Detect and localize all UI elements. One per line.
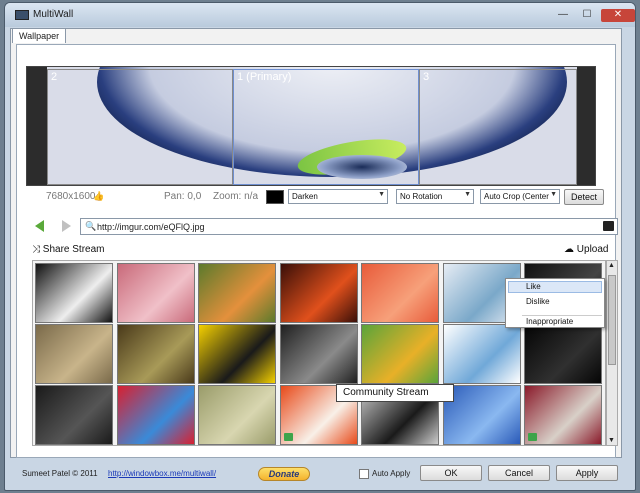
app-icon	[15, 10, 29, 20]
close-button[interactable]: ✕	[601, 9, 635, 22]
upload-label: Upload	[576, 244, 609, 255]
thumbnail-blue-sky-pole[interactable]	[442, 385, 521, 445]
tab-wallpaper[interactable]: Wallpaper	[12, 28, 67, 43]
chevron-down-icon: ▼	[378, 191, 385, 198]
share-stream-button[interactable]: ⤨ Share Stream	[32, 244, 104, 255]
window-title: MultiWall	[33, 9, 74, 20]
thumbnail-skull[interactable]	[35, 263, 113, 323]
url-input[interactable]: 🔍 http://imgur.com/eQFlQ.jpg	[80, 218, 618, 235]
thumbnail-stone-building[interactable]	[35, 324, 113, 384]
back-arrow-icon[interactable]	[32, 218, 48, 234]
url-text: http://imgur.com/eQFlQ.jpg	[97, 222, 205, 232]
grid-scrollbar[interactable]: ▲ ▼	[606, 260, 618, 446]
blend-mode-select[interactable]: Darken ▼	[288, 189, 388, 204]
minimize-button[interactable]: —	[553, 9, 573, 22]
thumbnail-yellow-tree[interactable]	[198, 324, 276, 384]
thumbs-up-icon	[528, 433, 537, 441]
search-icon: 🔍	[85, 221, 97, 231]
zoom-label: Zoom: n/a	[213, 191, 259, 202]
tooltip: Community Stream	[336, 384, 454, 402]
pan-label: Pan: 0,0	[164, 191, 202, 202]
color-swatch[interactable]	[266, 190, 284, 204]
auto-apply-label: Auto Apply	[372, 469, 411, 478]
thumbnail-red-flower[interactable]	[279, 263, 358, 323]
forward-arrow-icon[interactable]	[58, 218, 74, 234]
chevron-down-icon: ▼	[464, 191, 471, 198]
maximize-button[interactable]: ☐	[577, 9, 597, 22]
preview-controls: 7680x1600 👍 Pan: 0,0 Zoom: n/a Darken ▼ N…	[26, 188, 604, 206]
share-stream-label: Share Stream	[42, 244, 105, 255]
thumbnail-pink-lily[interactable]	[116, 263, 195, 323]
wallpaper-preview[interactable]: 2 1 (Primary) 3	[26, 66, 596, 186]
monitor-label: 3	[423, 71, 430, 83]
copyright-label: Sumeet Patel © 2011	[22, 469, 98, 478]
thumbnail-dark-creature[interactable]	[279, 324, 358, 384]
menu-separator	[522, 315, 602, 316]
apply-button[interactable]: Apply	[556, 465, 618, 481]
footer: Sumeet Patel © 2011 http://windowbox.me/…	[10, 460, 622, 488]
donate-button[interactable]: Donate	[258, 467, 310, 481]
monitor-label: 1 (Primary)	[237, 71, 292, 83]
menu-item-inappropriate[interactable]: Inappropriate	[526, 317, 573, 326]
menu-item-dislike[interactable]: Dislike	[526, 297, 550, 306]
thumbnail-red-fern[interactable]	[524, 385, 602, 445]
resolution-label: 7680x1600	[46, 191, 96, 202]
monitor-label: 2	[51, 71, 58, 83]
detect-button[interactable]: Detect	[564, 189, 604, 205]
monitor-3[interactable]: 3	[419, 69, 577, 185]
thumbnail-circuit-map[interactable]	[198, 385, 276, 445]
thumbnail-hedgehog[interactable]	[116, 324, 195, 384]
menu-highlight	[508, 281, 602, 293]
title-bar[interactable]: MultiWall — ☐ ✕	[5, 3, 635, 27]
folder-icon[interactable]	[603, 221, 614, 231]
menu-item-like[interactable]: Like	[526, 282, 541, 291]
cloud-upload-icon: ☁	[564, 244, 574, 255]
thumbnail-keyboard[interactable]	[35, 385, 113, 445]
context-menu: Like Dislike Inappropriate	[505, 278, 605, 328]
thumbnail-green-yellow-mix[interactable]	[361, 324, 439, 384]
thumbnail-orange-flower[interactable]	[198, 263, 276, 323]
chevron-down-icon: ▼	[550, 191, 557, 198]
crop-select[interactable]: Auto Crop (Center ▼	[480, 189, 560, 204]
monitor-2[interactable]: 2	[47, 69, 233, 185]
thumbnail-red-blue-swirl[interactable]	[116, 385, 195, 445]
homepage-link[interactable]: http://windowbox.me/multiwall/	[108, 469, 216, 478]
upload-button[interactable]: ☁ Upload	[564, 244, 608, 255]
cancel-button[interactable]: Cancel	[488, 465, 550, 481]
ok-button[interactable]: OK	[420, 465, 482, 481]
thumbnail-black-panel[interactable]	[524, 324, 602, 384]
scroll-down-icon[interactable]: ▼	[608, 437, 615, 444]
rotation-select[interactable]: No Rotation ▼	[396, 189, 474, 204]
thumbnail-blue-arrow[interactable]	[442, 324, 521, 384]
shuffle-icon: ⤨	[32, 244, 40, 255]
auto-apply-checkbox[interactable]	[359, 469, 369, 479]
monitor-1-primary[interactable]: 1 (Primary)	[233, 69, 419, 185]
thumbs-up-icon	[283, 433, 293, 441]
thumbs-up-icon: 👍	[93, 191, 105, 201]
thumbnail-coral-stripes[interactable]	[361, 263, 439, 323]
scroll-up-icon[interactable]: ▲	[608, 262, 615, 269]
scroll-thumb[interactable]	[608, 275, 616, 365]
